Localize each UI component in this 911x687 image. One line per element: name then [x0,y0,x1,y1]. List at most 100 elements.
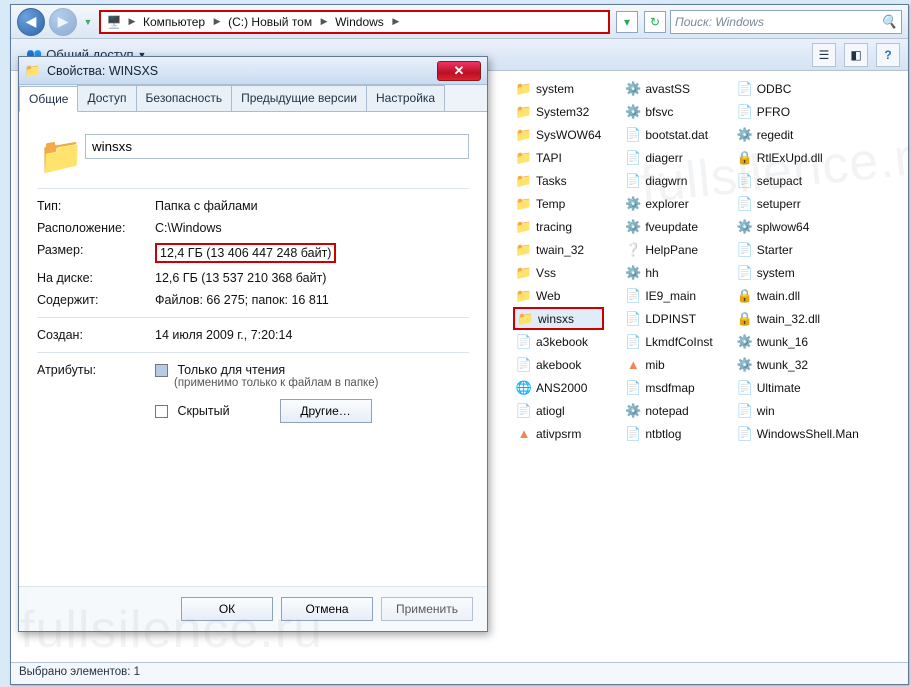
file-item[interactable]: a3kebook [513,330,604,353]
hidden-label: Скрытый [177,404,229,418]
crumb-drive[interactable]: (C:) Новый том [222,12,319,32]
file-item[interactable]: Vss [513,261,604,284]
tab-general[interactable]: Общие [19,86,78,112]
folder-icon [518,311,534,327]
file-item[interactable]: hh [622,261,715,284]
apply-button[interactable]: Применить [381,597,473,621]
tab-customize[interactable]: Настройка [366,85,445,111]
search-input[interactable]: Поиск: Windows 🔍 [670,10,902,34]
file-item[interactable]: SysWOW64 [513,123,604,146]
dll-icon [737,288,753,304]
file-item-label: WindowsShell.Man [757,427,859,441]
file-item[interactable]: atiogl [513,399,604,422]
file-item[interactable]: win [734,399,862,422]
file-item-label: mib [645,358,664,372]
file-item[interactable]: Web [513,284,604,307]
file-icon [625,288,641,304]
file-item[interactable]: bootstat.dat [622,123,715,146]
file-icon [516,403,532,419]
file-item[interactable]: system [513,77,604,100]
value-size: 12,4 ГБ (13 406 447 248 байт) [155,243,336,263]
properties-dialog: Свойства: WINSXS ✕ Общие Доступ Безопасн… [18,56,488,632]
file-item[interactable]: bfsvc [622,100,715,123]
file-item-label: ntbtlog [645,427,681,441]
view-mode-button[interactable]: ☰ [812,43,836,67]
file-item[interactable]: HelpPane [622,238,715,261]
file-list-pane[interactable]: systemSystem32SysWOW64TAPITasksTemptraci… [509,71,908,662]
file-item[interactable]: Starter [734,238,862,261]
file-item[interactable]: Ultimate [734,376,862,399]
file-item[interactable]: twain_32 [513,238,604,261]
tab-previous-versions[interactable]: Предыдущие версии [231,85,367,111]
file-item[interactable]: msdfmap [622,376,715,399]
file-item[interactable]: twain_32.dll [734,307,862,330]
file-item[interactable]: diagerr [622,146,715,169]
file-item[interactable]: akebook [513,353,604,376]
exe-icon [737,334,753,350]
file-item-label: win [757,404,775,418]
nav-back-button[interactable]: ◀ [17,8,45,36]
file-item[interactable]: LkmdfCoInst [622,330,715,353]
address-dropdown-button[interactable]: ▾ [616,11,638,33]
file-item[interactable]: twunk_32 [734,353,862,376]
address-breadcrumb[interactable]: 🖥️ ▶ Компьютер ▶ (C:) Новый том ▶ Window… [99,10,610,34]
other-attributes-button[interactable]: Другие… [280,399,372,423]
file-item[interactable]: System32 [513,100,604,123]
file-item[interactable]: WindowsShell.Man [734,422,862,445]
file-item[interactable]: ativpsrm [513,422,604,445]
file-item[interactable]: mib [622,353,715,376]
nav-forward-button[interactable]: ▶ [49,8,77,36]
crumb-folder[interactable]: Windows [329,12,391,32]
readonly-checkbox[interactable] [155,364,168,377]
hidden-checkbox-row[interactable]: Скрытый [155,404,230,418]
file-item[interactable]: regedit [734,123,862,146]
file-item[interactable]: ODBC [734,77,862,100]
file-item-label: notepad [645,404,688,418]
file-item[interactable]: IE9_main [622,284,715,307]
file-item[interactable]: explorer [622,192,715,215]
file-item-label: bootstat.dat [645,128,708,142]
file-item[interactable]: TAPI [513,146,604,169]
file-item-label: LDPINST [645,312,696,326]
file-item[interactable]: ntbtlog [622,422,715,445]
folder-name-input[interactable] [85,134,469,159]
file-item[interactable]: system [734,261,862,284]
file-item-label: regedit [757,128,794,142]
ok-button[interactable]: ОК [181,597,273,621]
file-item[interactable]: twain.dll [734,284,862,307]
file-item[interactable]: notepad [622,399,715,422]
cancel-button[interactable]: Отмена [281,597,373,621]
file-item[interactable]: setuperr [734,192,862,215]
preview-pane-button[interactable]: ◧ [844,43,868,67]
file-item[interactable]: LDPINST [622,307,715,330]
file-item-label: SysWOW64 [536,128,601,142]
tab-security[interactable]: Безопасность [136,85,233,111]
file-item[interactable]: diagwrn [622,169,715,192]
file-item[interactable]: ANS2000 [513,376,604,399]
refresh-button[interactable]: ↻ [644,11,666,33]
file-item[interactable]: splwow64 [734,215,862,238]
folder-icon [516,196,532,212]
dialog-titlebar[interactable]: Свойства: WINSXS ✕ [19,57,487,85]
file-item[interactable]: tracing [513,215,604,238]
file-item[interactable]: winsxs [513,307,604,330]
file-item[interactable]: RtlExUpd.dll [734,146,862,169]
file-item[interactable]: avastSS [622,77,715,100]
file-item[interactable]: fveupdate [622,215,715,238]
file-item[interactable]: Temp [513,192,604,215]
nav-history-drop[interactable]: ▼ [81,12,95,32]
close-button[interactable]: ✕ [437,61,481,81]
tab-sharing[interactable]: Доступ [77,85,136,111]
file-item-label: TAPI [536,151,562,165]
file-item[interactable]: Tasks [513,169,604,192]
file-item[interactable]: PFRO [734,100,862,123]
file-item[interactable]: setupact [734,169,862,192]
exe-icon [625,265,641,281]
search-placeholder: Поиск: Windows [675,15,764,29]
hidden-checkbox[interactable] [155,405,168,418]
file-item[interactable]: twunk_16 [734,330,862,353]
crumb-computer[interactable]: Компьютер [137,12,212,32]
help-button[interactable]: ? [876,43,900,67]
file-item-label: hh [645,266,658,280]
readonly-checkbox-row[interactable]: Только для чтения (применимо только к фа… [155,363,469,389]
